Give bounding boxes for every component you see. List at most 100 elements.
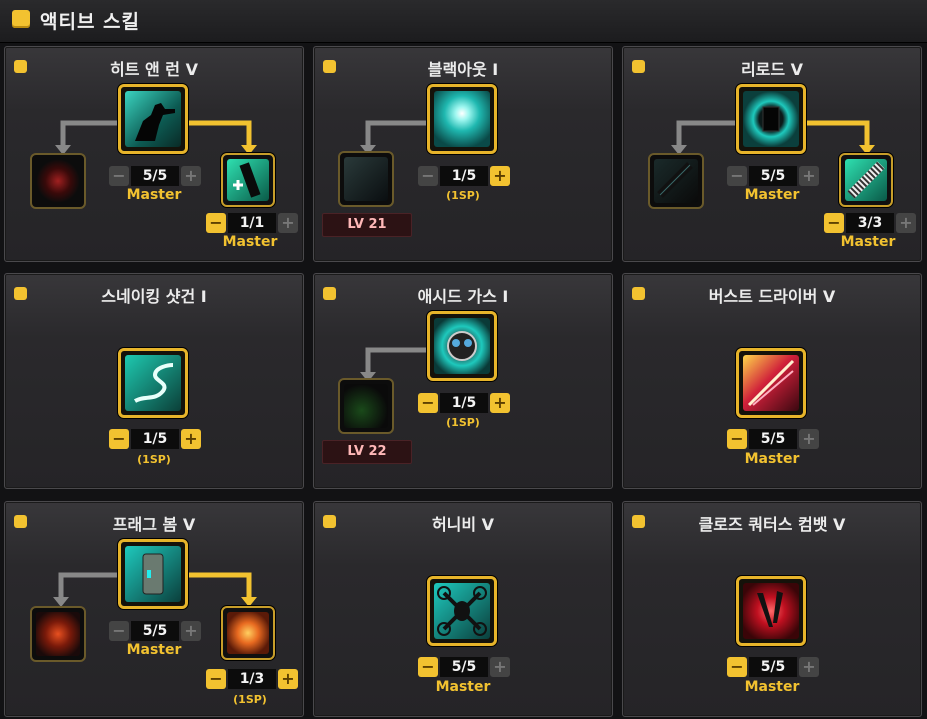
skill-level: 1/5	[440, 393, 488, 413]
increase-button[interactable]: +	[896, 213, 916, 233]
poison-mist-icon	[344, 384, 388, 428]
magazine-icon	[227, 159, 269, 201]
skill-level-stepper: − 5/5 +	[109, 620, 201, 642]
skill-icon-locked[interactable]	[648, 153, 704, 209]
grenade-device-icon	[125, 546, 181, 602]
skill-status: Master	[744, 187, 800, 203]
skill-card-hit-and-run: 히트 앤 런 V − 5/5 + Master − 1/1 + Master	[4, 46, 304, 262]
decrease-button[interactable]: −	[727, 657, 747, 677]
skill-icon-main[interactable]	[736, 84, 806, 154]
upgrade-level: 3/3	[846, 213, 894, 233]
skill-icon-upgrade[interactable]	[221, 606, 275, 660]
skill-card-reload: 리로드 V − 5/5 + Master − 3/3 + Master	[622, 46, 922, 262]
skill-icon-upgrade[interactable]	[839, 153, 893, 207]
skill-icon-locked[interactable]	[338, 378, 394, 434]
upgrade-cost: (1SP)	[233, 693, 267, 706]
skill-level: 1/5	[440, 166, 488, 186]
skill-card-close-quarters-combat: 클로즈 쿼터스 컴뱃 V − 5/5 + Master	[622, 501, 922, 717]
decrease-button[interactable]: −	[727, 429, 747, 449]
upgrade-level-stepper: − 1/1 +	[206, 212, 298, 234]
decrease-button[interactable]: −	[206, 213, 226, 233]
skill-level-stepper: − 5/5 +	[727, 656, 819, 678]
skill-level-stepper: − 5/5 +	[418, 656, 510, 678]
section-checkbox[interactable]	[12, 10, 30, 28]
skill-icon-main[interactable]	[118, 84, 188, 154]
skill-card-honeybee: 허니비 V − 5/5 + Master	[313, 501, 613, 717]
skill-icon-upgrade[interactable]	[221, 153, 275, 207]
skill-name: 허니비 V	[431, 515, 495, 534]
skill-icon-main[interactable]	[427, 311, 497, 381]
decrease-button[interactable]: −	[824, 213, 844, 233]
skill-level: 5/5	[440, 657, 488, 677]
gunner-silhouette-icon	[125, 91, 181, 147]
increase-button[interactable]: +	[799, 657, 819, 677]
skill-icon-main[interactable]	[427, 84, 497, 154]
decrease-button[interactable]: −	[206, 669, 226, 689]
skill-status: Master	[744, 679, 800, 695]
skill-icon-main[interactable]	[736, 348, 806, 418]
drone-icon	[434, 583, 490, 639]
skill-status: Master	[744, 451, 800, 467]
skill-level: 5/5	[131, 621, 179, 641]
skill-card-burst-driver: 버스트 드라이버 V − 5/5 + Master	[622, 273, 922, 489]
increase-button[interactable]: +	[278, 669, 298, 689]
skill-card-blackout: 블랙아웃 I LV 21 − 1/5 + (1SP)	[313, 46, 613, 262]
skill-card-frag-bomb: 프래그 봄 V − 5/5 + Master − 1/3 + (1SP)	[4, 501, 304, 717]
skill-icon-locked[interactable]	[30, 606, 86, 662]
decrease-button[interactable]: −	[109, 621, 129, 641]
required-level: LV 22	[322, 440, 412, 464]
increase-button[interactable]: +	[181, 429, 201, 449]
decrease-button[interactable]: −	[418, 657, 438, 677]
increase-button[interactable]: +	[799, 166, 819, 186]
skill-cost: (1SP)	[137, 453, 171, 466]
explosion-icon	[36, 612, 80, 656]
skill-level-stepper: − 1/5 +	[418, 165, 510, 187]
skill-status: Master	[435, 679, 491, 695]
skill-icon-main[interactable]	[427, 576, 497, 646]
skill-card-acid-gas: 애시드 가스 I LV 22 − 1/5 + (1SP)	[313, 273, 613, 489]
section-title: 액티브 스킬	[40, 11, 141, 33]
increase-button[interactable]: +	[490, 657, 510, 677]
fire-orb-icon	[227, 612, 269, 654]
snake-icon	[125, 355, 181, 411]
target-icon	[36, 159, 80, 203]
increase-button[interactable]: +	[181, 621, 201, 641]
upgrade-level: 1/3	[228, 669, 276, 689]
flash-burst-icon	[434, 91, 490, 147]
dark-figure-icon	[344, 157, 388, 201]
increase-button[interactable]: +	[490, 393, 510, 413]
skill-level-stepper: − 5/5 +	[109, 165, 201, 187]
decrease-button[interactable]: −	[727, 166, 747, 186]
increase-button[interactable]: +	[278, 213, 298, 233]
upgrade-level-stepper: − 1/3 +	[206, 668, 298, 690]
skill-icon-locked[interactable]	[30, 153, 86, 209]
decrease-button[interactable]: −	[418, 166, 438, 186]
reload-cycle-icon	[743, 91, 799, 147]
ammo-belt-icon	[845, 159, 887, 201]
decrease-button[interactable]: −	[109, 429, 129, 449]
decrease-button[interactable]: −	[418, 393, 438, 413]
increase-button[interactable]: +	[799, 429, 819, 449]
skill-icon-locked[interactable]	[338, 151, 394, 207]
upgrade-level: 1/1	[228, 213, 276, 233]
header-bar: 액티브 스킬	[0, 0, 927, 43]
skill-name: 클로즈 쿼터스 컴뱃 V	[698, 515, 846, 534]
skill-name: 스네이킹 샷건 I	[101, 287, 207, 306]
increase-button[interactable]: +	[181, 166, 201, 186]
skill-name: 버스트 드라이버 V	[708, 287, 836, 306]
skill-level: 5/5	[749, 166, 797, 186]
skill-status: Master	[126, 642, 182, 658]
skill-icon-main[interactable]	[118, 539, 188, 609]
skill-icon-main[interactable]	[736, 576, 806, 646]
skill-cost: (1SP)	[446, 416, 480, 429]
increase-button[interactable]: +	[490, 166, 510, 186]
upgrade-level-stepper: − 3/3 +	[824, 212, 916, 234]
skill-level-stepper: − 5/5 +	[727, 165, 819, 187]
skill-icon-main[interactable]	[118, 348, 188, 418]
claw-strike-icon	[743, 583, 799, 639]
barrel-icon	[654, 159, 698, 203]
upgrade-status: Master	[222, 234, 278, 250]
decrease-button[interactable]: −	[109, 166, 129, 186]
skill-level: 1/5	[131, 429, 179, 449]
skill-level: 5/5	[749, 657, 797, 677]
